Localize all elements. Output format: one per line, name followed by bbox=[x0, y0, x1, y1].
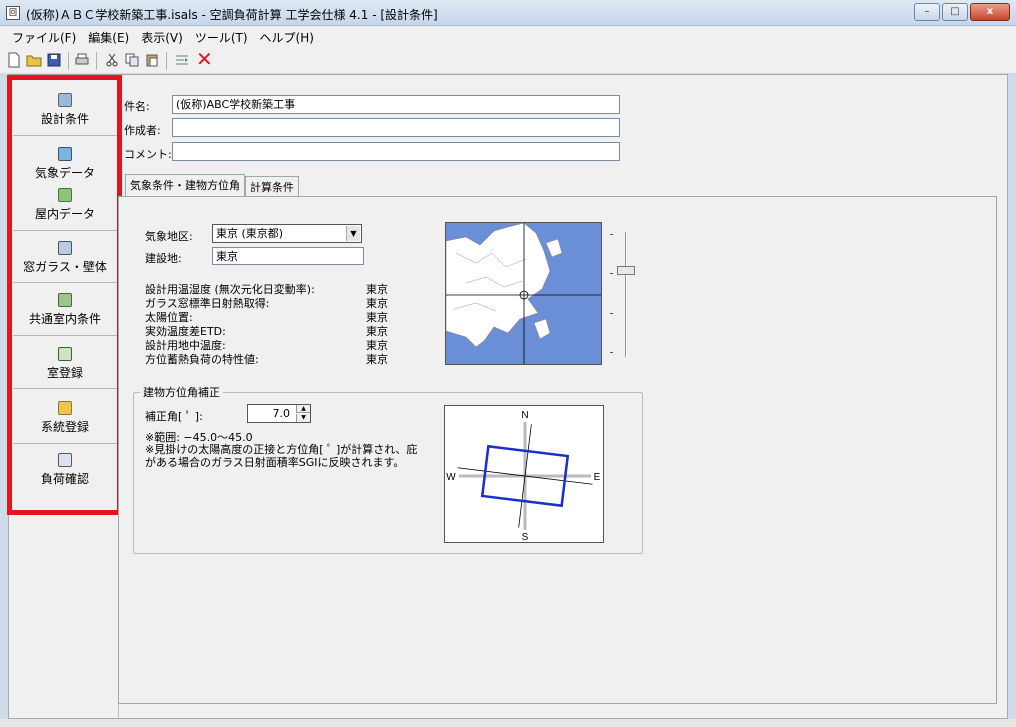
sidebar-item-common-room[interactable]: 共通室内条件 bbox=[13, 293, 117, 327]
tab-calculation-conditions[interactable]: 計算条件 bbox=[245, 176, 299, 196]
sidebar-item-label: 屋内データ bbox=[34, 207, 95, 221]
info-label: 方位蓄熱負荷の特性値: bbox=[145, 353, 259, 366]
sidebar: 設計条件 気象データ 屋内データ 窓ガラス・壁体 共通室内条件 室登録 系統登録… bbox=[9, 75, 119, 718]
site-label: 建設地: bbox=[145, 252, 182, 265]
zoom-slider-thumb[interactable] bbox=[617, 266, 635, 275]
region-label: 気象地区: bbox=[145, 230, 193, 243]
close-button[interactable]: x bbox=[970, 3, 1010, 21]
save-icon[interactable] bbox=[46, 52, 62, 68]
minimize-button[interactable]: – bbox=[914, 3, 940, 21]
sidebar-separator bbox=[13, 135, 117, 136]
menu-view[interactable]: 表示(V) bbox=[135, 29, 189, 46]
region-select-value: 東京 (東京都) bbox=[216, 227, 284, 240]
spin-down-icon[interactable]: ▼ bbox=[296, 414, 310, 422]
chevron-down-icon[interactable]: ▼ bbox=[346, 226, 360, 241]
indoor-data-icon bbox=[58, 188, 72, 202]
author-field[interactable] bbox=[172, 118, 620, 137]
menu-file[interactable]: ファイル(F) bbox=[6, 29, 82, 46]
author-label: 作成者: bbox=[124, 124, 161, 137]
zoom-tick bbox=[610, 273, 613, 274]
sidebar-item-label: 設計条件 bbox=[40, 112, 89, 126]
load-check-icon bbox=[58, 453, 72, 467]
paste-icon[interactable] bbox=[144, 52, 160, 68]
orientation-group-title: 建物方位角補正 bbox=[140, 384, 223, 400]
sidebar-item-design-conditions[interactable]: 設計条件 bbox=[13, 93, 117, 127]
south-label: S bbox=[522, 532, 529, 543]
sidebar-separator bbox=[13, 443, 117, 444]
sidebar-item-label: 窓ガラス・壁体 bbox=[23, 260, 107, 274]
tab-weather-orientation[interactable]: 気象条件・建物方位角 bbox=[125, 174, 245, 196]
sidebar-separator bbox=[13, 230, 117, 231]
sidebar-item-weather-data[interactable]: 気象データ bbox=[13, 147, 117, 181]
sidebar-item-room-register[interactable]: 室登録 bbox=[13, 347, 117, 381]
window-title: (仮称)ＡＢＣ学校新築工事.isals - 空調負荷計算 工学会仕様 4.1 -… bbox=[26, 8, 438, 22]
project-name-label: 件名: bbox=[124, 100, 150, 113]
window-wall-icon bbox=[58, 241, 72, 255]
sidebar-item-label: 室登録 bbox=[46, 366, 83, 380]
east-label: E bbox=[594, 472, 601, 483]
zoom-tick bbox=[610, 313, 613, 314]
sidebar-separator bbox=[13, 335, 117, 336]
menu-bar: ファイル(F) 編集(E) 表示(V) ツール(T) ヘルプ(H) bbox=[0, 26, 1016, 48]
tab-strip: 気象条件・建物方位角 計算条件 bbox=[125, 174, 299, 196]
zoom-tick bbox=[610, 352, 613, 353]
spin-up-icon[interactable]: ▲ bbox=[296, 405, 310, 413]
sidebar-item-label: 共通室内条件 bbox=[28, 312, 101, 326]
sidebar-item-label: 系統登録 bbox=[40, 420, 89, 434]
sidebar-item-indoor-data[interactable]: 屋内データ bbox=[13, 188, 117, 222]
sidebar-separator bbox=[13, 282, 117, 283]
sidebar-item-load-check[interactable]: 負荷確認 bbox=[13, 453, 117, 487]
delete-icon[interactable]: ✕ bbox=[196, 49, 216, 69]
sidebar-item-label: 気象データ bbox=[34, 166, 95, 180]
map-graphic bbox=[446, 223, 601, 364]
sidebar-separator bbox=[13, 388, 117, 389]
weather-data-icon bbox=[58, 147, 72, 161]
system-register-icon bbox=[58, 401, 72, 415]
sidebar-item-window-wall[interactable]: 窓ガラス・壁体 bbox=[13, 241, 117, 275]
angle-stepper[interactable]: 7.0 ▲ ▼ bbox=[247, 404, 311, 423]
toolbar-separator bbox=[166, 52, 167, 70]
cut-icon[interactable] bbox=[104, 52, 120, 68]
zoom-slider-track[interactable] bbox=[625, 232, 627, 357]
angle-note: ※見掛けの太陽高度の正接と方位角[ ﾟ ]が計算され、庇がある場合のガラス日射面… bbox=[145, 443, 418, 469]
open-folder-icon[interactable] bbox=[26, 52, 42, 68]
common-room-icon bbox=[58, 293, 72, 307]
menu-tools[interactable]: ツール(T) bbox=[189, 29, 254, 46]
menu-edit[interactable]: 編集(E) bbox=[82, 29, 135, 46]
copy-icon[interactable] bbox=[124, 52, 140, 68]
angle-value: 7.0 bbox=[272, 407, 291, 420]
north-label: N bbox=[521, 410, 528, 421]
angle-label: 補正角[ ﾟ ]: bbox=[145, 410, 203, 423]
app-icon: 回 bbox=[6, 6, 20, 20]
info-value: 東京 bbox=[366, 353, 388, 366]
menu-help[interactable]: ヘルプ(H) bbox=[254, 29, 320, 46]
sidebar-item-label: 負荷確認 bbox=[40, 472, 89, 486]
toolbar-separator bbox=[68, 52, 69, 70]
orientation-diagram: N S W E bbox=[444, 405, 604, 543]
insert-row-icon[interactable] bbox=[174, 52, 190, 68]
toolbar: ✕ bbox=[0, 48, 1016, 74]
maximize-button[interactable]: □ bbox=[942, 3, 968, 21]
site-field[interactable]: 東京 bbox=[212, 247, 364, 265]
title-bar: 回 (仮称)ＡＢＣ学校新築工事.isals - 空調負荷計算 工学会仕様 4.1… bbox=[0, 0, 1016, 26]
region-select[interactable]: 東京 (東京都) ▼ bbox=[212, 224, 362, 243]
location-map[interactable] bbox=[445, 222, 602, 365]
toolbar-separator bbox=[96, 52, 97, 70]
comment-field[interactable] bbox=[172, 142, 620, 161]
room-register-icon bbox=[58, 347, 72, 361]
sidebar-item-system-register[interactable]: 系統登録 bbox=[13, 401, 117, 435]
west-label: W bbox=[446, 472, 456, 483]
project-name-field[interactable]: (仮称)ABC学校新築工事 bbox=[172, 95, 620, 114]
print-icon[interactable] bbox=[74, 52, 90, 68]
design-conditions-icon bbox=[58, 93, 72, 107]
comment-label: コメント: bbox=[124, 148, 172, 161]
status-bar bbox=[0, 719, 1016, 727]
new-file-icon[interactable] bbox=[6, 52, 22, 68]
zoom-tick bbox=[610, 234, 613, 235]
